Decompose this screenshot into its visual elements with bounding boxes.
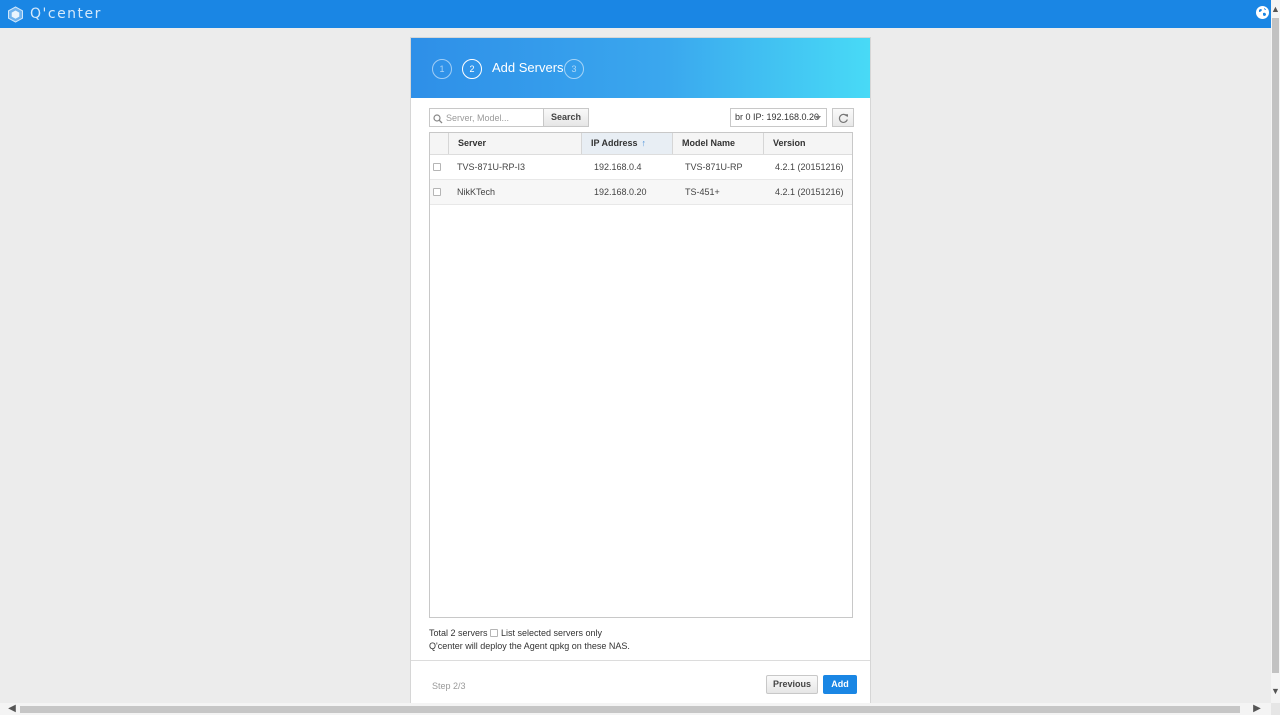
model-name-cell: TS-451+ [685,187,720,197]
search-button[interactable]: Search [543,108,589,127]
column-header-version[interactable]: Version [763,133,852,154]
step-indicator-2: 2 [462,59,482,79]
top-bar: Q'center [0,0,1271,28]
wizard-title: Add Servers [492,60,564,75]
server-search: Search [429,108,589,127]
row-checkbox[interactable] [433,163,441,171]
qcenter-cube-icon [7,5,24,23]
server-name-cell: NikKTech [457,187,496,197]
total-servers-label: Total 2 servers [429,628,488,638]
table-row[interactable]: TVS-871U-RP-I3 192.168.0.4 TVS-871U-RP 4… [430,155,852,180]
step-progress-label: Step 2/3 [432,681,466,691]
app-name: Q'center [30,6,102,22]
header-check-cell [430,133,448,154]
app-logo[interactable]: Q'center [7,5,102,23]
scroll-down-icon[interactable]: ▼ [1271,685,1280,697]
add-button[interactable]: Add [823,675,857,694]
table-header: Server IP Address ↑ Model Name Version [430,133,852,155]
scrollbar-corner [1271,703,1280,715]
globe-icon[interactable] [1256,6,1269,19]
version-cell: 4.2.1 (20151216) [775,162,844,172]
horizontal-scroll-thumb[interactable] [20,706,1240,713]
chevron-down-icon [815,116,821,120]
search-icon [433,113,443,127]
search-input[interactable] [446,111,540,125]
wizard-footer: Step 2/3 Previous Add [411,660,870,705]
column-header-server[interactable]: Server [448,133,581,154]
step-indicator-1: 1 [432,59,452,79]
vertical-scrollbar[interactable]: ▲ ▼ [1271,0,1280,703]
step-indicator-3: 3 [564,59,584,79]
model-name-cell: TVS-871U-RP [685,162,743,172]
vertical-scroll-thumb[interactable] [1272,18,1279,673]
list-selected-checkbox[interactable] [490,629,498,637]
row-checkbox[interactable] [433,188,441,196]
wizard-header: 1 2 Add Servers 3 [411,38,870,98]
ip-address-cell: 192.168.0.4 [594,162,642,172]
network-interface-value: br 0 IP: 192.168.0.20 [735,112,820,122]
scroll-up-icon[interactable]: ▲ [1271,3,1280,15]
sort-ascending-icon: ↑ [641,138,647,148]
scroll-left-icon[interactable]: ◀ [6,703,18,715]
column-header-ip-label: IP Address [591,138,638,148]
deploy-note: Q'center will deploy the Agent qpkg on t… [429,641,630,651]
version-cell: 4.2.1 (20151216) [775,187,844,197]
add-servers-wizard: 1 2 Add Servers 3 Search br 0 IP: 192.16… [410,37,871,705]
column-header-ip-address[interactable]: IP Address ↑ [581,133,672,154]
server-table: Server IP Address ↑ Model Name Version TV… [429,132,853,618]
server-name-cell: TVS-871U-RP-I3 [457,162,526,172]
network-interface-select[interactable]: br 0 IP: 192.168.0.20 [730,108,827,127]
list-selected-label: List selected servers only [501,628,603,638]
scroll-right-icon[interactable]: ▶ [1251,703,1263,715]
refresh-icon [838,113,848,123]
table-row[interactable]: NikKTech 192.168.0.20 TS-451+ 4.2.1 (201… [430,180,852,205]
column-header-model-name[interactable]: Model Name [672,133,763,154]
ip-address-cell: 192.168.0.20 [594,187,647,197]
refresh-button[interactable] [832,108,854,127]
previous-button[interactable]: Previous [766,675,818,694]
horizontal-scrollbar[interactable]: ◀ ▶ [0,703,1271,715]
list-selected-only-toggle[interactable]: List selected servers only [490,628,602,638]
